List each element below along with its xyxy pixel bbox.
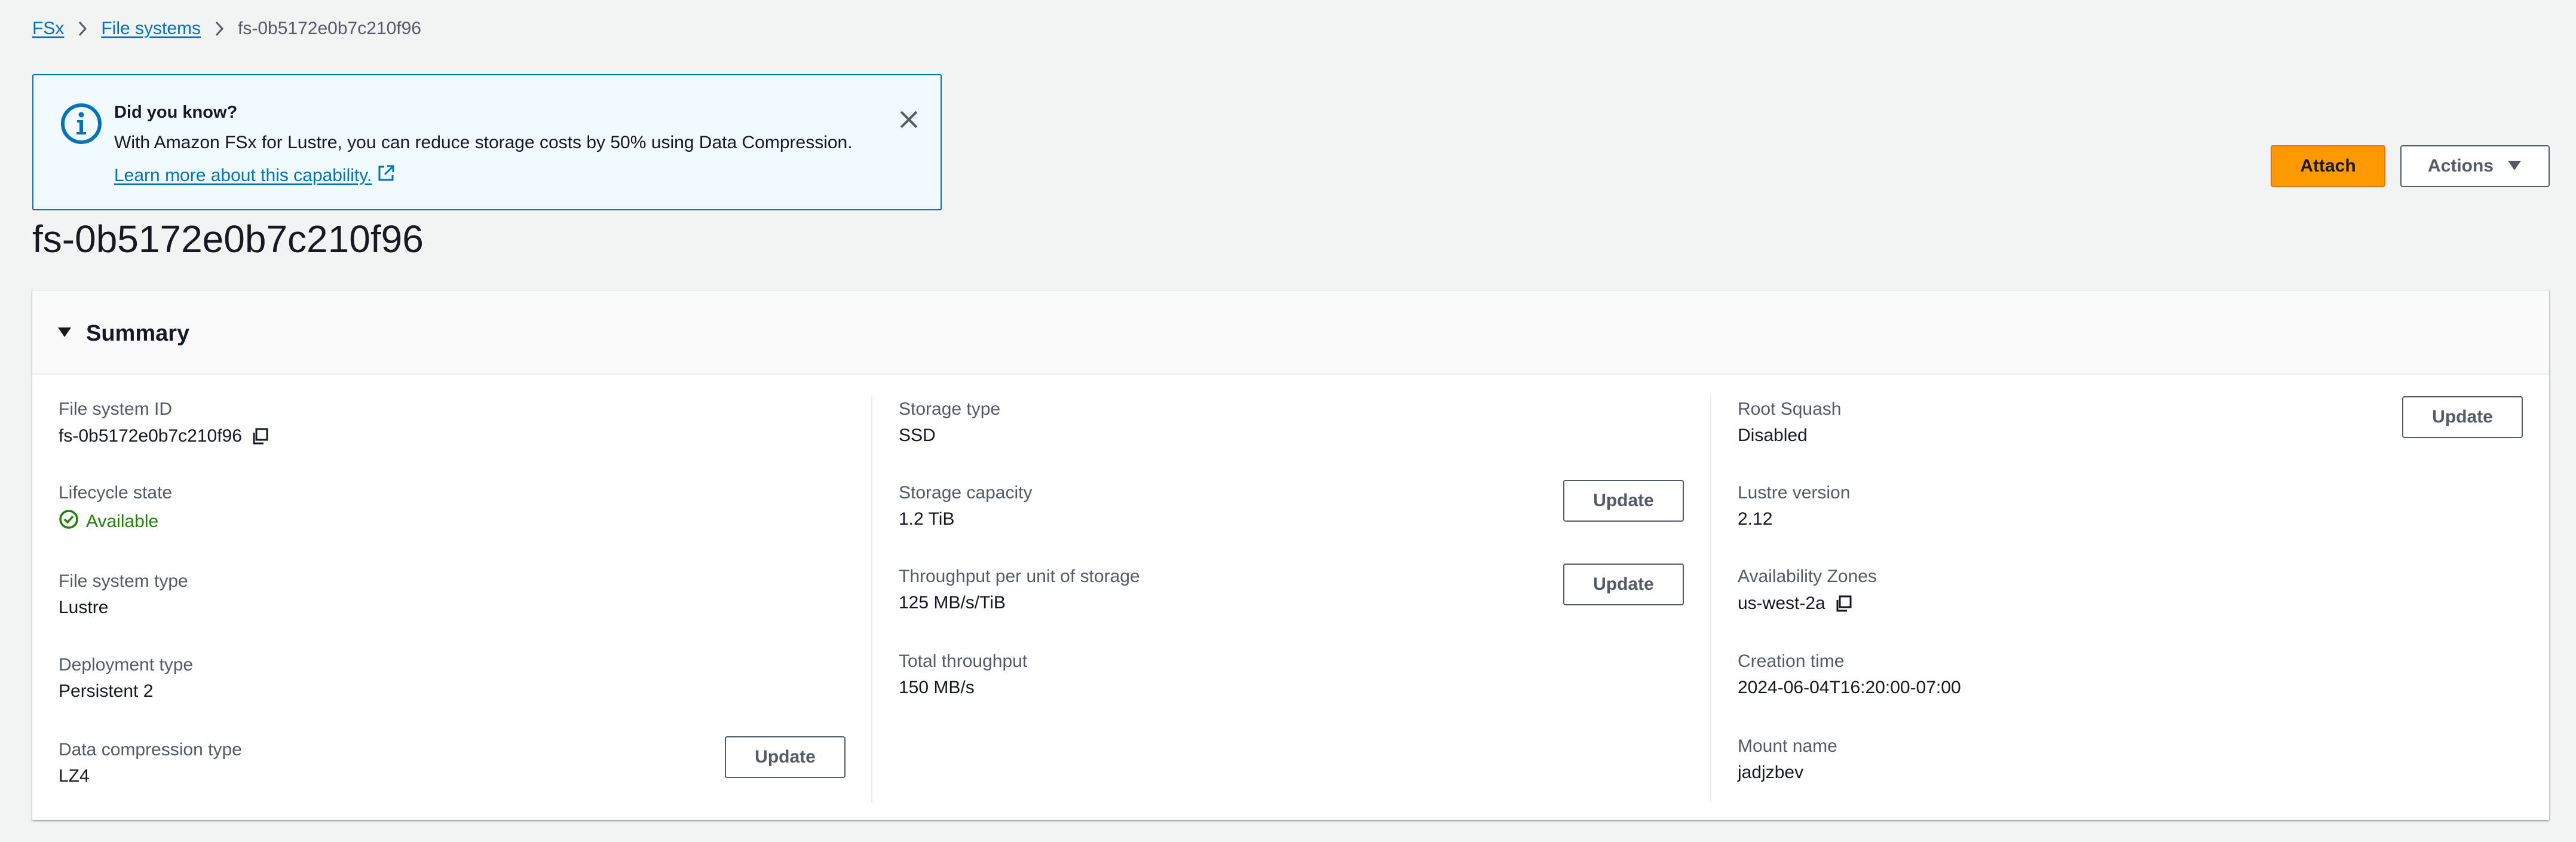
file-system-id-label: File system ID <box>59 399 173 419</box>
data-compression-type-value: LZ4 <box>59 766 90 786</box>
availability-zones-value: us-west-2a <box>1738 593 1854 614</box>
file-system-id-value: fs-0b5172e0b7c210f96 <box>59 425 271 447</box>
deployment-type-label: Deployment type <box>59 655 194 675</box>
availability-zones-text: us-west-2a <box>1738 593 1825 613</box>
summary-expand-toggle[interactable]: Summary <box>57 320 189 347</box>
flash-message: With Amazon FSx for Lustre, you can redu… <box>114 133 853 152</box>
flash-title: Did you know? <box>114 103 238 122</box>
breadcrumb-file-systems[interactable]: File systems <box>101 19 201 39</box>
copy-icon[interactable] <box>1833 593 1854 614</box>
creation-time-value: 2024-06-04T16:20:00-07:00 <box>1738 678 1961 697</box>
storage-type-label: Storage type <box>899 399 1001 419</box>
chevron-right-icon <box>64 20 101 38</box>
file-system-id-text: fs-0b5172e0b7c210f96 <box>59 426 242 446</box>
status-success-icon <box>59 509 79 534</box>
summary-container: Summary File system ID fs-0b5172e0b7c210… <box>32 290 2549 820</box>
update-label: Update <box>1593 574 1654 594</box>
mount-name-value: jadjzbev <box>1738 763 1804 782</box>
throughput-per-unit-label: Throughput per unit of storage <box>899 567 1140 586</box>
lustre-version-value: 2.12 <box>1738 509 1773 529</box>
storage-type-value: SSD <box>899 425 936 445</box>
root-squash-value: Disabled <box>1738 425 1808 445</box>
data-compression-type-label: Data compression type <box>59 740 242 760</box>
actions-dropdown-button[interactable]: Actions <box>2400 145 2550 187</box>
file-system-type-value: Lustre <box>59 598 109 617</box>
lustre-version-label: Lustre version <box>1738 483 1851 503</box>
caret-down-icon <box>2507 156 2522 176</box>
update-compression-button[interactable]: Update <box>725 736 846 778</box>
breadcrumb: FSx File systems fs-0b5172e0b7c210f96 <box>32 17 421 41</box>
learn-more-label: Learn more about this capability. <box>114 166 372 185</box>
creation-time-label: Creation time <box>1738 651 1845 671</box>
update-root-squash-button[interactable]: Update <box>2402 396 2523 438</box>
availability-zones-label: Availability Zones <box>1738 567 1877 586</box>
update-storage-capacity-button[interactable]: Update <box>1563 480 1684 522</box>
lifecycle-state-label: Lifecycle state <box>59 483 173 503</box>
column-divider <box>871 396 872 803</box>
update-label: Update <box>755 747 816 767</box>
storage-capacity-label: Storage capacity <box>899 483 1033 503</box>
storage-capacity-value: 1.2 TiB <box>899 509 955 529</box>
throughput-per-unit-value: 125 MB/s/TiB <box>899 593 1006 613</box>
info-icon <box>60 102 103 145</box>
lifecycle-state-value: Available <box>59 509 158 534</box>
mount-name-label: Mount name <box>1738 736 1837 756</box>
external-link-icon <box>376 164 396 188</box>
caret-down-icon <box>57 326 72 341</box>
update-label: Update <box>2432 407 2493 427</box>
learn-more-link[interactable]: Learn more about this capability. <box>114 164 396 188</box>
summary-title: Summary <box>86 320 190 346</box>
file-system-type-label: File system type <box>59 571 188 591</box>
chevron-right-icon <box>201 20 238 38</box>
summary-header: Summary <box>32 290 2549 375</box>
column-divider <box>1710 396 1711 803</box>
update-throughput-button[interactable]: Update <box>1563 564 1684 605</box>
root-squash-label: Root Squash <box>1738 399 1842 419</box>
info-flashbar: Did you know? With Amazon FSx for Lustre… <box>32 74 942 210</box>
breadcrumb-fsx[interactable]: FSx <box>32 19 64 39</box>
attach-label: Attach <box>2300 156 2356 176</box>
deployment-type-value: Persistent 2 <box>59 681 154 701</box>
copy-icon[interactable] <box>249 425 271 447</box>
breadcrumb-current: fs-0b5172e0b7c210f96 <box>238 19 421 38</box>
close-icon[interactable] <box>892 103 926 136</box>
attach-button[interactable]: Attach <box>2271 145 2385 187</box>
page-title: fs-0b5172e0b7c210f96 <box>32 218 424 261</box>
total-throughput-label: Total throughput <box>899 651 1028 671</box>
update-label: Update <box>1593 491 1654 510</box>
lifecycle-state-text: Available <box>86 512 159 531</box>
actions-label: Actions <box>2427 156 2494 176</box>
total-throughput-value: 150 MB/s <box>899 678 975 697</box>
